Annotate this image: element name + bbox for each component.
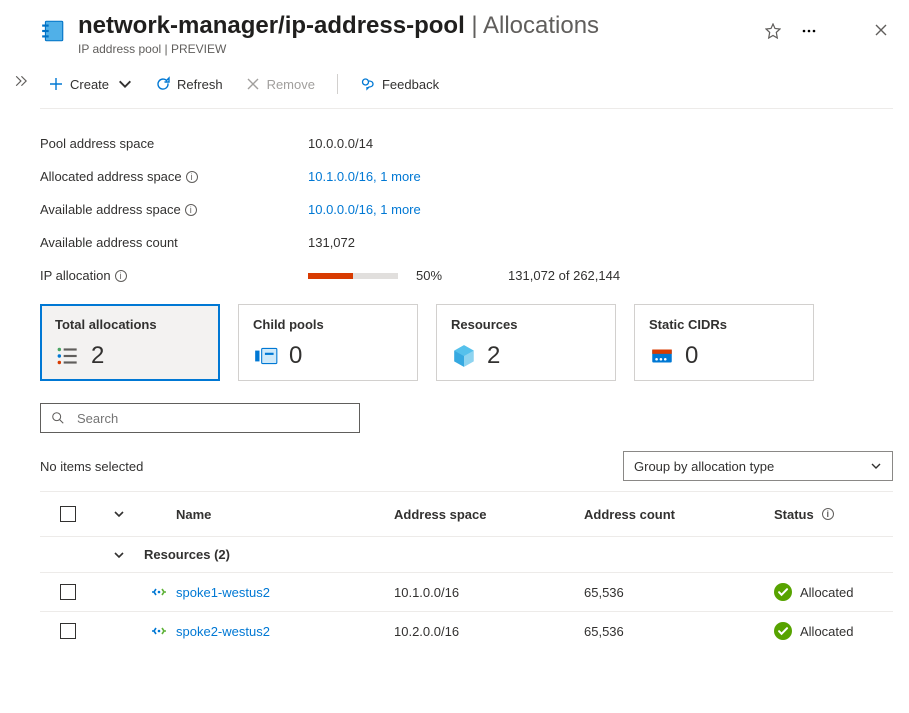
resource-link[interactable]: spoke2-westus2 xyxy=(176,624,270,639)
search-icon xyxy=(51,411,65,425)
pool-space-value: 10.0.0.0/14 xyxy=(308,136,373,151)
row-checkbox[interactable] xyxy=(60,623,76,639)
success-icon xyxy=(774,583,792,601)
allocated-space-label: Allocated address space xyxy=(40,169,182,184)
col-header-address-space[interactable]: Address space xyxy=(394,507,584,522)
table-row[interactable]: spoke2-westus2 10.2.0.0/1665,536 Allocated xyxy=(40,611,893,650)
table-row[interactable]: spoke1-westus2 10.1.0.0/1665,536 Allocated xyxy=(40,572,893,611)
refresh-button[interactable]: Refresh xyxy=(147,70,231,98)
pool-icon xyxy=(253,343,279,369)
more-button[interactable] xyxy=(797,19,821,46)
card-child-pools[interactable]: Child pools 0 xyxy=(238,304,418,381)
card-value: 0 xyxy=(289,342,302,370)
list-icon xyxy=(55,343,81,369)
table-group-row[interactable]: Resources (2) xyxy=(40,536,893,572)
card-title: Static CIDRs xyxy=(649,317,799,332)
row-status: Allocated xyxy=(800,585,853,600)
row-address-space: 10.2.0.0/16 xyxy=(394,624,584,639)
toolbar: Create Refresh Remove Feedback xyxy=(40,62,893,109)
allocations-table: Name Address space Address count Status … xyxy=(40,491,893,650)
page-title: network-manager/ip-address-pool | Alloca… xyxy=(78,12,599,40)
allocated-space-value[interactable]: 10.1.0.0/16, 1 more xyxy=(308,169,421,184)
card-static-cidrs[interactable]: Static CIDRs 0 xyxy=(634,304,814,381)
card-title: Total allocations xyxy=(55,317,205,332)
feedback-button[interactable]: Feedback xyxy=(352,70,447,98)
row-checkbox[interactable] xyxy=(60,584,76,600)
info-icon[interactable]: i xyxy=(186,171,198,183)
selection-text: No items selected xyxy=(40,459,143,474)
available-space-label: Available address space xyxy=(40,202,181,217)
favorite-button[interactable] xyxy=(761,19,785,46)
ip-pool-icon xyxy=(40,12,66,47)
card-total-allocations[interactable]: Total allocations 2 xyxy=(40,304,220,381)
pool-space-label: Pool address space xyxy=(40,136,308,151)
info-icon[interactable]: i xyxy=(115,270,127,282)
cube-icon xyxy=(451,343,477,369)
available-count-label: Available address count xyxy=(40,235,308,250)
card-title: Resources xyxy=(451,317,601,332)
col-header-name[interactable]: Name xyxy=(176,507,394,522)
close-button[interactable] xyxy=(869,18,893,47)
allocation-progress xyxy=(308,273,398,279)
row-address-space: 10.1.0.0/16 xyxy=(394,585,584,600)
vnet-icon xyxy=(142,623,176,639)
card-value: 2 xyxy=(487,342,500,370)
cidr-icon xyxy=(649,343,675,369)
remove-button: Remove xyxy=(237,70,323,98)
success-icon xyxy=(774,622,792,640)
expand-left-icon[interactable] xyxy=(9,70,31,95)
ip-allocation-label: IP allocation xyxy=(40,268,111,283)
available-count-value: 131,072 xyxy=(308,235,355,250)
search-input[interactable] xyxy=(75,410,349,427)
allocation-percent: 50% xyxy=(416,268,442,283)
row-status: Allocated xyxy=(800,624,853,639)
card-resources[interactable]: Resources 2 xyxy=(436,304,616,381)
card-value: 0 xyxy=(685,342,698,370)
chevron-down-icon[interactable] xyxy=(113,508,125,520)
toolbar-separator xyxy=(337,74,338,94)
card-title: Child pools xyxy=(253,317,403,332)
chevron-down-icon[interactable] xyxy=(113,549,125,561)
resource-link[interactable]: spoke1-westus2 xyxy=(176,585,270,600)
col-header-status[interactable]: Status xyxy=(774,507,814,522)
create-button[interactable]: Create xyxy=(40,70,141,98)
search-box[interactable] xyxy=(40,403,360,433)
col-header-address-count[interactable]: Address count xyxy=(584,507,774,522)
breadcrumb: IP address pool | PREVIEW xyxy=(78,40,749,56)
select-all-checkbox[interactable] xyxy=(60,506,76,522)
group-label: Resources (2) xyxy=(142,547,230,562)
info-icon[interactable]: i xyxy=(822,508,834,520)
available-space-value[interactable]: 10.0.0.0/16, 1 more xyxy=(308,202,421,217)
row-address-count: 65,536 xyxy=(584,624,774,639)
chevron-down-icon xyxy=(870,460,882,472)
info-icon[interactable]: i xyxy=(185,204,197,216)
row-address-count: 65,536 xyxy=(584,585,774,600)
group-by-dropdown[interactable]: Group by allocation type xyxy=(623,451,893,481)
allocation-fraction: 131,072 of 262,144 xyxy=(508,268,620,283)
vnet-icon xyxy=(142,584,176,600)
card-value: 2 xyxy=(91,342,104,370)
